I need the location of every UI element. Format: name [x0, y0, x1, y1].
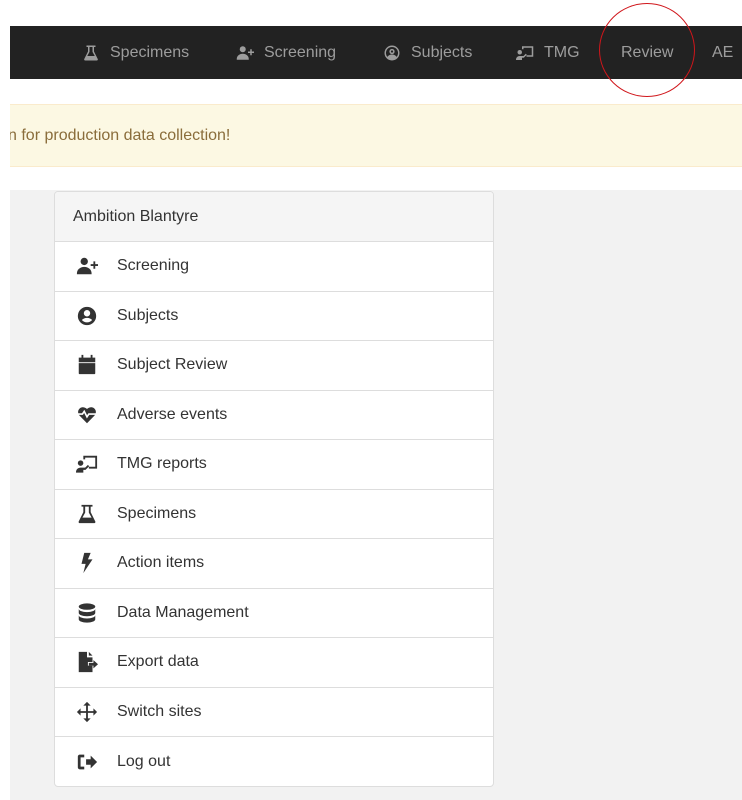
menu-item-label: Data Management	[117, 603, 249, 621]
menu-item-tmg-reports[interactable]: TMG reports	[55, 440, 493, 490]
nav-label: AE	[712, 43, 734, 61]
user-plus-icon	[73, 255, 101, 277]
sign-out-icon	[73, 751, 101, 773]
nav-item-specimens[interactable]: Specimens	[82, 26, 189, 79]
menu-item-label: TMG reports	[117, 455, 207, 473]
menu-item-switch-sites[interactable]: Switch sites	[55, 688, 493, 737]
user-circle-icon	[73, 305, 101, 327]
bolt-icon	[73, 552, 101, 574]
database-icon	[73, 602, 101, 624]
menu-item-log-out[interactable]: Log out	[55, 737, 493, 786]
nav-label: Subjects	[411, 43, 473, 61]
nav-item-ae[interactable]: AE	[712, 26, 733, 79]
menu-item-label: Adverse events	[117, 405, 228, 423]
menu-item-label: Export data	[117, 653, 199, 671]
nav-label: TMG	[544, 43, 580, 61]
menu-item-label: Subjects	[117, 306, 179, 324]
panel-title: Ambition Blantyre	[73, 207, 199, 225]
flask-icon	[73, 503, 101, 525]
file-export-icon	[73, 651, 101, 673]
menu-item-export-data[interactable]: Export data	[55, 638, 493, 688]
menu-item-specimens[interactable]: Specimens	[55, 490, 493, 539]
nav-item-tmg[interactable]: TMG	[516, 26, 580, 79]
top-navbar: Specimens Screening Subjects TMG Review …	[10, 26, 742, 79]
warning-alert: n for production data collection!	[10, 104, 742, 167]
menu-item-label: Log out	[117, 752, 171, 770]
user-plus-icon	[236, 45, 254, 60]
menu-item-label: Specimens	[117, 504, 197, 522]
nav-label: Screening	[264, 43, 337, 61]
panel-heading: Ambition Blantyre	[55, 192, 493, 242]
user-circle-icon	[384, 45, 400, 60]
menu-item-data-management[interactable]: Data Management	[55, 589, 493, 638]
nav-label: Specimens	[110, 43, 190, 61]
heartbeat-icon	[73, 404, 101, 426]
nav-item-review[interactable]: Review	[621, 26, 673, 79]
menu-item-subjects[interactable]: Subjects	[55, 292, 493, 341]
page: Specimens Screening Subjects TMG Review …	[0, 0, 742, 800]
menu-item-label: Action items	[117, 554, 205, 572]
alert-text: n for production data collection!	[10, 126, 231, 144]
chalkboard-teacher-icon	[516, 45, 534, 60]
menu-item-action-items[interactable]: Action items	[55, 539, 493, 589]
menu-item-label: Switch sites	[117, 702, 202, 720]
menu-item-subject-review[interactable]: Subject Review	[55, 341, 493, 391]
site-menu-panel: Ambition Blantyre Screening Subjects Sub…	[54, 191, 494, 787]
menu-item-label: Screening	[117, 257, 190, 275]
arrows-icon	[73, 701, 101, 723]
nav-label: Review	[621, 43, 674, 61]
nav-item-screening[interactable]: Screening	[236, 26, 336, 79]
nav-item-subjects[interactable]: Subjects	[383, 26, 472, 79]
flask-icon	[84, 45, 98, 60]
menu-item-screening[interactable]: Screening	[55, 242, 493, 292]
menu-item-label: Subject Review	[117, 356, 228, 374]
menu-item-adverse-events[interactable]: Adverse events	[55, 391, 493, 440]
chalkboard-teacher-icon	[73, 453, 101, 475]
calendar-icon	[73, 354, 101, 376]
